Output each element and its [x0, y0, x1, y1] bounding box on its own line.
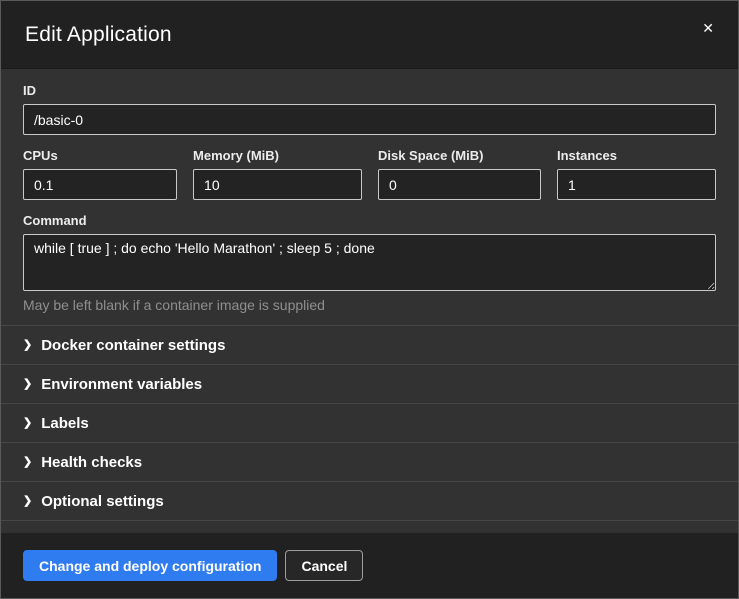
section-label: Health checks	[41, 454, 142, 471]
chevron-right-icon: ❯	[23, 494, 32, 507]
command-help-text: May be left blank if a container image i…	[23, 297, 716, 313]
disk-space-input[interactable]	[378, 169, 541, 200]
application-form: ID CPUs Memory (MiB) Disk Space (MiB) In…	[1, 69, 738, 325]
section-label: Optional settings	[41, 493, 164, 510]
memory-label: Memory (MiB)	[193, 148, 362, 163]
modal-footer: Change and deploy configuration Cancel	[1, 533, 738, 598]
section-labels[interactable]: ❯ Labels	[1, 404, 738, 443]
id-label: ID	[23, 83, 716, 98]
section-label: Docker container settings	[41, 337, 225, 354]
disk-space-label: Disk Space (MiB)	[378, 148, 541, 163]
cpus-label: CPUs	[23, 148, 177, 163]
cancel-button[interactable]: Cancel	[285, 550, 363, 581]
section-label: Labels	[41, 415, 89, 432]
collapsible-sections: ❯ Docker container settings ❯ Environmen…	[1, 325, 738, 521]
command-field-group: Command while [ true ] ; do echo 'Hello …	[23, 213, 716, 313]
section-health-checks[interactable]: ❯ Health checks	[1, 443, 738, 482]
cpus-input[interactable]	[23, 169, 177, 200]
memory-input[interactable]	[193, 169, 362, 200]
modal-header: Edit Application ✕	[1, 1, 738, 69]
section-optional-settings[interactable]: ❯ Optional settings	[1, 482, 738, 521]
instances-label: Instances	[557, 148, 716, 163]
command-label: Command	[23, 213, 716, 228]
chevron-right-icon: ❯	[23, 338, 32, 351]
section-label: Environment variables	[41, 376, 202, 393]
command-textarea[interactable]: while [ true ] ; do echo 'Hello Marathon…	[23, 234, 716, 291]
chevron-right-icon: ❯	[23, 455, 32, 468]
section-docker-container-settings[interactable]: ❯ Docker container settings	[1, 326, 738, 365]
modal-title: Edit Application	[25, 23, 172, 47]
instances-input[interactable]	[557, 169, 716, 200]
cpus-field-group: CPUs	[23, 148, 177, 200]
edit-application-modal: Edit Application ✕ ID CPUs Memory (MiB) …	[0, 0, 739, 599]
disk-space-field-group: Disk Space (MiB)	[378, 148, 541, 200]
section-environment-variables[interactable]: ❯ Environment variables	[1, 365, 738, 404]
id-input[interactable]	[23, 104, 716, 135]
instances-field-group: Instances	[557, 148, 716, 200]
memory-field-group: Memory (MiB)	[193, 148, 362, 200]
chevron-right-icon: ❯	[23, 377, 32, 390]
chevron-right-icon: ❯	[23, 416, 32, 429]
change-and-deploy-button[interactable]: Change and deploy configuration	[23, 550, 277, 581]
id-field-group: ID	[23, 83, 716, 135]
close-icon[interactable]: ✕	[698, 17, 718, 39]
resources-row: CPUs Memory (MiB) Disk Space (MiB) Insta…	[23, 148, 716, 200]
